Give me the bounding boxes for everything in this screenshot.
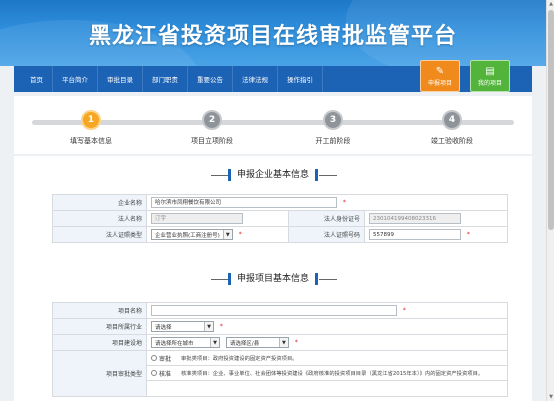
project-section-header: 申报项目基本信息: [14, 272, 532, 286]
project-section-title: 申报项目基本信息: [227, 273, 318, 285]
company-name-field[interactable]: 哈尔滨市凤翔餐饮有限公司: [151, 197, 337, 208]
required-mark: *: [219, 323, 223, 330]
chevron-down-icon: ▼: [204, 322, 213, 331]
step-1-label: 填写基本信息: [70, 137, 112, 145]
required-mark: *: [342, 199, 346, 206]
option-filler: [147, 381, 507, 396]
chevron-down-icon: ▼: [278, 338, 288, 347]
step-3-circle: 3: [323, 110, 343, 130]
district-value: 请选择区/县: [229, 340, 260, 347]
option-approval[interactable]: 审批 审批类项目：政府投资建设的固定资产投资项目。: [147, 351, 507, 366]
nav-item-intro[interactable]: 平台简介: [53, 66, 98, 92]
document-icon: ▤: [485, 65, 495, 77]
my-projects-button[interactable]: ▤ 我的项目: [470, 60, 510, 92]
vertical-scrollbar[interactable]: ▲ ▼: [546, 0, 554, 401]
required-mark: *: [402, 307, 406, 314]
radio-verification[interactable]: [151, 370, 157, 376]
nav-item-catalog[interactable]: 审批目录: [98, 66, 143, 92]
required-mark: *: [238, 231, 242, 238]
project-name-label: 项目名称: [52, 302, 147, 319]
chevron-down-icon: ▼: [210, 338, 219, 347]
step-2-label: 项目立项阶段: [191, 137, 233, 145]
option-approval-name: 审批: [159, 355, 172, 363]
nav-item-notices[interactable]: 重要公告: [188, 66, 233, 92]
approval-type-label: 项目审批类型: [52, 350, 147, 397]
radio-approval[interactable]: [151, 355, 157, 361]
step-3-label: 开工前阶段: [315, 137, 351, 145]
step-4-label: 竣工验收阶段: [431, 137, 473, 145]
step-2-circle: 2: [202, 110, 222, 130]
industry-value: 请选择: [155, 324, 172, 331]
legal-id-field: 230104199408023316: [369, 213, 461, 224]
site-title: 黑龙江省投资项目在线审批监管平台: [88, 24, 457, 49]
nav-item-laws[interactable]: 法律法规: [233, 66, 278, 92]
city-select[interactable]: 请选择所在城市 ▼: [151, 337, 220, 348]
cert-no-label: 法人证照号码: [288, 226, 365, 243]
scroll-up-icon[interactable]: ▲: [547, 0, 554, 8]
district-select[interactable]: 请选择区/县 ▼: [225, 337, 289, 348]
legal-id-label: 法人身份证号: [288, 210, 365, 227]
city-value: 请选择所在城市: [155, 340, 194, 347]
required-mark: *: [466, 231, 470, 238]
cert-no-field[interactable]: 557899: [369, 229, 461, 240]
chevron-down-icon: ▼: [222, 230, 232, 239]
project-name-field[interactable]: [151, 305, 397, 316]
industry-select[interactable]: 请选择 ▼: [151, 321, 214, 332]
company-section-title: 申报企业基本信息: [227, 169, 318, 181]
apply-project-label: 申报项目: [427, 79, 452, 87]
form-panel: 申报企业基本信息 企业名称 哈尔滨市凤翔餐饮有限公司 * 法人名称 汀宇 法人身…: [14, 156, 532, 401]
company-section-header: 申报企业基本信息: [14, 168, 532, 182]
nav-item-duties[interactable]: 部门职责: [143, 66, 188, 92]
step-1-circle: 1: [81, 110, 101, 130]
option-approval-desc: 审批类项目：政府投资建设的固定资产投资项目。: [181, 356, 298, 362]
company-info-table: 企业名称 哈尔滨市凤翔餐饮有限公司 * 法人名称 汀宇 法人身份证号 23010…: [52, 194, 508, 243]
my-projects-label: 我的项目: [477, 79, 502, 87]
nav-item-home[interactable]: 首页: [14, 66, 53, 92]
legal-person-field: 汀宇: [151, 213, 243, 224]
progress-steps: 1 填写基本信息 2 项目立项阶段 3 开工前阶段 4 竣工验收阶段: [14, 96, 532, 154]
company-name-label: 企业名称: [52, 194, 147, 211]
cert-type-label: 法人证照类型: [52, 226, 147, 243]
option-verification-desc: 核准类项目：企业、事业单位、社会团体等投资建设《政府核准的投资项目目录（黑龙江省…: [181, 371, 484, 377]
project-info-table: 项目名称 * 项目所属行业 请选择 ▼ * 项目建设地 请选择所在城市 ▼ 请选…: [52, 302, 508, 397]
industry-label: 项目所属行业: [52, 318, 147, 335]
scrollbar-thumb[interactable]: [548, 10, 554, 230]
step-4-circle: 4: [442, 110, 462, 130]
nav-item-guide[interactable]: 操作指引: [278, 66, 323, 92]
apply-project-button[interactable]: ✎ 申报项目: [420, 60, 460, 92]
required-mark: *: [294, 339, 298, 346]
legal-person-label: 法人名称: [52, 210, 147, 227]
scroll-down-icon[interactable]: ▼: [547, 393, 554, 401]
option-verification-name: 核准: [159, 370, 172, 378]
site-header: 黑龙江省投资项目在线审批监管平台: [0, 0, 546, 66]
option-verification[interactable]: 核准 核准类项目：企业、事业单位、社会团体等投资建设《政府核准的投资项目目录（黑…: [147, 366, 507, 381]
location-label: 项目建设地: [52, 334, 147, 351]
edit-icon: ✎: [435, 65, 445, 77]
cert-type-value: 企业营业执照(工商注册号): [155, 232, 220, 239]
cert-type-select[interactable]: 企业营业执照(工商注册号) ▼: [151, 229, 233, 240]
